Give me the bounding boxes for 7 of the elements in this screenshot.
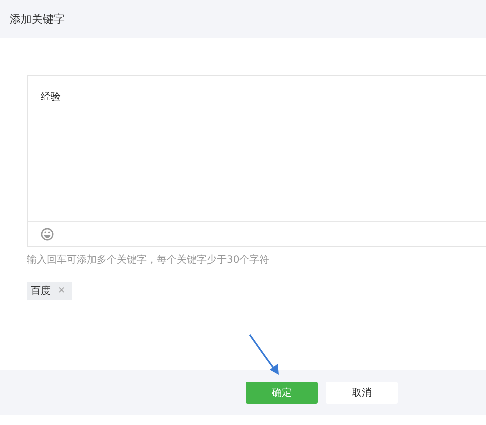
keyword-editor[interactable]: 经验: [27, 75, 486, 247]
dialog-title: 添加关键字: [10, 12, 65, 26]
hint-text: 输入回车可添加多个关键字，每个关键字少于30个字符: [27, 254, 271, 267]
tag-label: 百度: [31, 284, 51, 298]
emoji-icon[interactable]: [41, 228, 54, 240]
cancel-button[interactable]: 取消: [326, 382, 398, 404]
arrow-annotation: [249, 334, 279, 375]
